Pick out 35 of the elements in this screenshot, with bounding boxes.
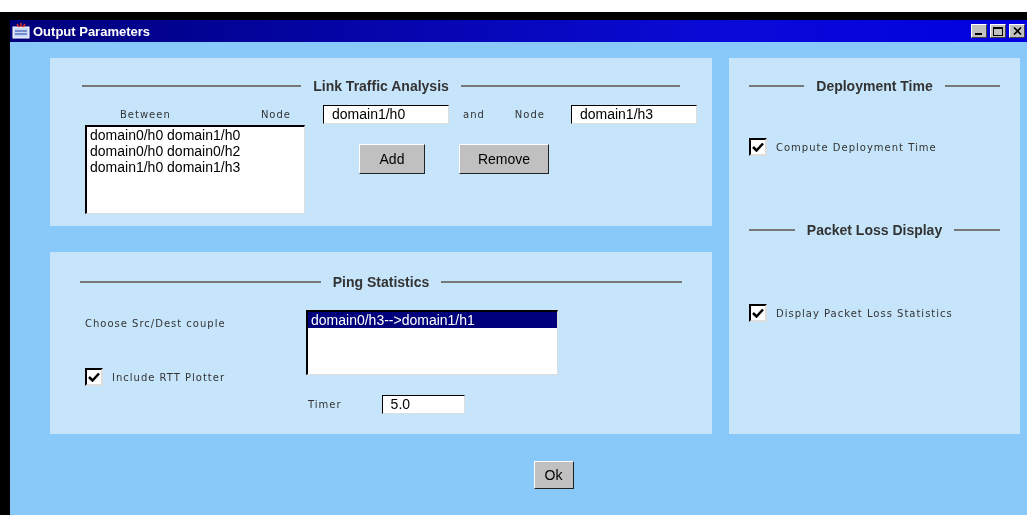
checkbox[interactable] [749,304,767,322]
close-icon [1012,27,1022,35]
node-field[interactable]: domain1/h0 [323,104,449,124]
close-button[interactable] [1009,24,1025,38]
add-button[interactable]: Add [359,144,425,174]
remove-button[interactable]: Remove [459,144,549,174]
node-field[interactable]: domain1/h3 [570,104,697,124]
node-label: Node [260,108,291,120]
checkbox[interactable] [749,138,767,156]
checkbox-label: Display Packet Loss Statistics [776,307,953,319]
maximize-icon [993,26,1003,36]
between-label: Between [120,108,171,120]
section-heading: Link Traffic Analysis [313,78,449,94]
section-heading: Ping Statistics [332,274,430,290]
window-title: Output Parameters [33,23,152,39]
timer-field[interactable]: 5.0 [381,395,465,414]
list-item[interactable]: domain0/h3-->domain1/h1 [308,312,557,328]
app-icon [12,23,30,39]
section-heading: Deployment Time [816,78,933,94]
couple-list[interactable]: domain0/h3-->domain1/h1 [306,310,558,375]
checkbox[interactable] [85,368,103,386]
list-item[interactable]: domain0/h0 domain1/h0 [87,127,304,143]
link-list[interactable]: domain0/h0 domain1/h0 domain0/h0 domain0/h2 domain1/h0 domain1/h3 [85,125,305,214]
node-label: Node [514,108,545,120]
couple-label: Choose Src/Dest couple [85,318,227,329]
list-item[interactable]: domain1/h0 domain1/h3 [87,159,304,175]
checkbox-label: Include RTT Plotter [112,371,226,383]
ok-button[interactable]: Ok [533,461,574,489]
list-item[interactable]: domain0/h0 domain0/h2 [87,143,304,159]
section-heading: Packet Loss Display [806,222,943,238]
timer-label: Timer [308,399,342,410]
checkbox-label: Compute Deployment Time [776,141,937,153]
minimize-button[interactable] [971,24,987,38]
maximize-button[interactable] [990,24,1006,38]
and-label: and [463,108,485,120]
